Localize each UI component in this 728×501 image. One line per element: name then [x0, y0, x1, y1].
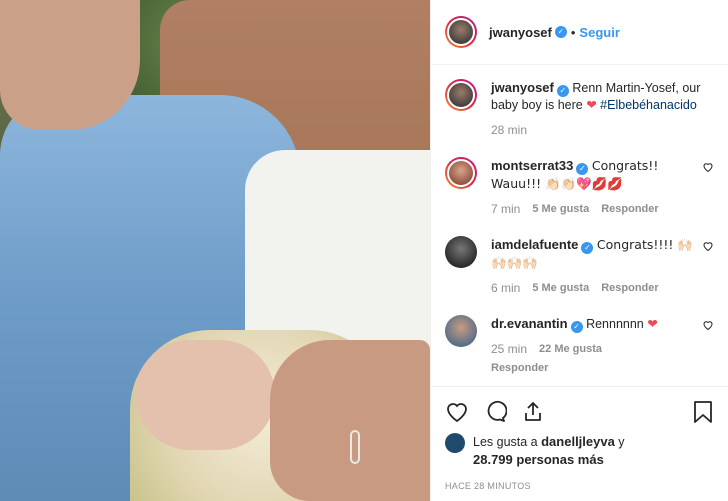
separator-dot: • — [570, 24, 576, 40]
comment-likes[interactable]: 5 Me gusta — [532, 280, 589, 297]
share-icon[interactable] — [521, 400, 545, 424]
comment-likes[interactable]: 5 Me gusta — [532, 201, 589, 218]
commenter-avatar[interactable] — [445, 315, 477, 347]
comment-item: iamdelafuente ✓ Congrats!!!! 🙌🏻🙌🏻🙌🏻🙌🏻 6 m… — [445, 236, 714, 309]
commenter-avatar[interactable] — [445, 236, 477, 268]
comment-username[interactable]: montserrat33 — [491, 158, 573, 173]
like-comment-icon[interactable] — [702, 161, 714, 173]
likes-summary: Les gusta a danelljleyva y 28.799 person… — [445, 433, 714, 469]
likes-prefix: Les gusta a — [473, 435, 542, 449]
verified-icon: ✓ — [570, 321, 583, 333]
photo-baby — [135, 340, 275, 450]
comment-time[interactable]: 25 min — [491, 341, 527, 358]
photo-ring — [350, 430, 360, 464]
post-header: jwanyosef ✓ • Seguir — [431, 0, 728, 65]
red-heart-icon: ❤ — [586, 98, 597, 112]
comment-time[interactable]: 7 min — [491, 201, 520, 218]
post-photo[interactable] — [0, 0, 430, 501]
comment-username[interactable]: iamdelafuente — [491, 237, 578, 252]
commenter-avatar[interactable] — [445, 157, 477, 189]
author-username[interactable]: jwanyosef — [489, 25, 552, 40]
liker-avatar[interactable] — [445, 433, 465, 453]
comment-likes[interactable]: 22 Me gusta — [539, 341, 602, 358]
reply-button[interactable]: Responder — [601, 201, 658, 218]
like-icon[interactable] — [445, 400, 469, 424]
bookmark-icon[interactable] — [692, 400, 714, 424]
caption-hashtag[interactable]: #Elbebéhanacido — [600, 98, 697, 112]
comment-time[interactable]: 6 min — [491, 280, 520, 297]
caption-avatar[interactable] — [445, 79, 477, 111]
likes-count[interactable]: 28.799 personas más — [473, 452, 604, 467]
like-comment-icon[interactable] — [702, 319, 714, 331]
comment-username[interactable]: dr.evanantin — [491, 316, 568, 331]
verified-icon: ✓ — [581, 242, 594, 254]
caption-time[interactable]: 28 min — [491, 122, 527, 139]
verified-icon: ✓ — [576, 163, 589, 175]
liker-username[interactable]: danelljleyva — [541, 434, 615, 449]
comment-icon[interactable] — [483, 400, 507, 424]
instagram-post: jwanyosef ✓ • Seguir jwanyosef ✓ Renn Mar… — [0, 0, 728, 501]
like-comment-icon[interactable] — [702, 240, 714, 252]
post-timestamp[interactable]: HACE 28 MINUTOS — [445, 481, 714, 491]
verified-icon: ✓ — [554, 26, 567, 38]
comment-text: Rennnnnn — [586, 317, 648, 331]
verified-icon: ✓ — [556, 85, 569, 97]
comment-item: dr.evanantin ✓ Rennnnnn ❤ 25 min 22 Me gu… — [445, 315, 714, 386]
post-actions: Les gusta a danelljleyva y 28.799 person… — [431, 386, 728, 501]
caption: jwanyosef ✓ Renn Martin-Yosef, our baby b… — [445, 79, 714, 151]
caption-username[interactable]: jwanyosef — [491, 80, 554, 95]
author-avatar[interactable] — [445, 16, 477, 48]
broken-heart-icon: ❤ — [647, 317, 658, 331]
photo-hand — [270, 340, 430, 501]
follow-button[interactable]: Seguir — [579, 25, 619, 40]
comment-item: montserrat33 ✓ Congrats!! Wauu!!! 👏🏻👏🏻💖💋💋… — [445, 157, 714, 230]
post-sidebar: jwanyosef ✓ • Seguir jwanyosef ✓ Renn Mar… — [430, 0, 728, 501]
reply-button[interactable]: Responder — [601, 280, 658, 297]
reply-button[interactable]: Responder — [491, 360, 696, 377]
comments-section: jwanyosef ✓ Renn Martin-Yosef, our baby b… — [431, 65, 728, 386]
likes-mid: y — [614, 435, 625, 449]
